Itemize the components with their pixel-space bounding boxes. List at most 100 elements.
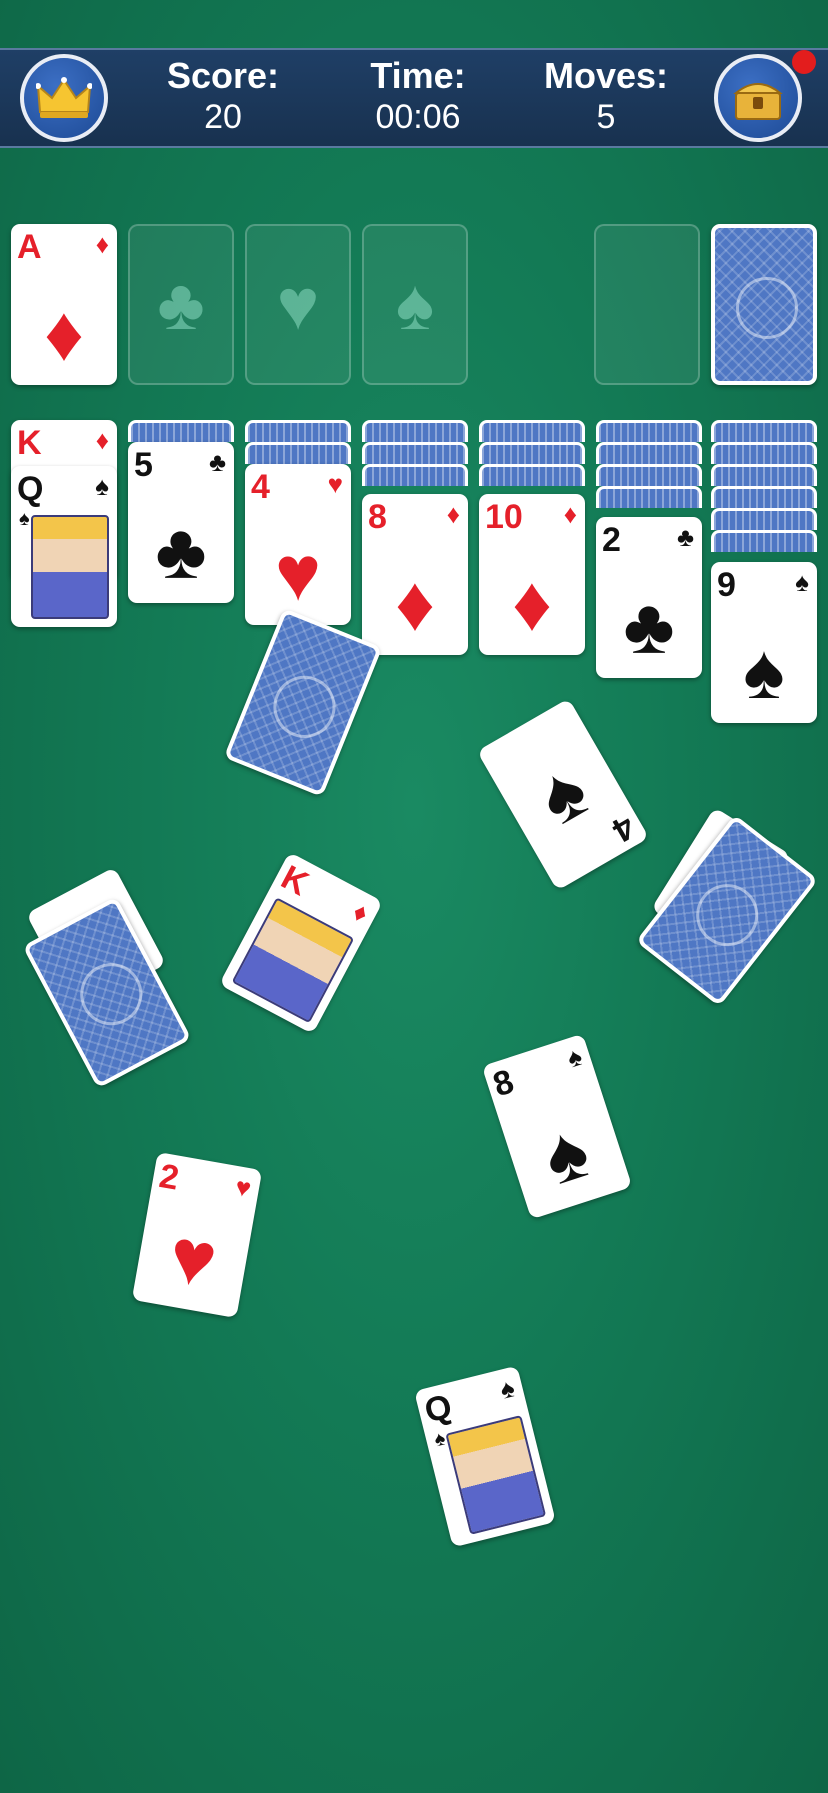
waste-slot[interactable] <box>594 224 700 385</box>
card-suit-small: ♠ <box>19 508 30 530</box>
card-suit-large: ♦ <box>512 559 552 647</box>
flying-card-back <box>223 608 383 797</box>
card-suit: ♥ <box>327 469 343 499</box>
face-down-card <box>245 420 351 442</box>
tableau-4-top[interactable]: 8 ♦ ♦ <box>362 494 468 655</box>
tableau-3-top[interactable]: 4 ♥ ♥ <box>245 464 351 625</box>
face-down-card <box>596 420 702 442</box>
card-rank: Q <box>420 1387 456 1431</box>
face-down-card <box>711 464 817 486</box>
time-value: 00:06 <box>375 98 461 136</box>
card-suit: ♦ <box>95 425 109 455</box>
flying-card-eight-spades: 8 ♠ ♠ <box>481 1033 633 1220</box>
card-suit: ♦ <box>347 896 374 929</box>
card-suit-large: ♣ <box>623 582 675 670</box>
flying-card-king-diamonds: K ♦ <box>218 851 384 1035</box>
face-down-card <box>711 530 817 552</box>
face-down-card <box>245 442 351 464</box>
notification-dot <box>792 50 816 74</box>
queen-portrait <box>31 515 109 619</box>
face-down-card <box>711 508 817 530</box>
moves-label: Moves: <box>543 55 669 96</box>
card-suit: ♦ <box>446 499 460 529</box>
tableau-1-queen[interactable]: Q ♠ ♠ <box>11 466 117 627</box>
spade-icon: ♠ <box>395 264 435 345</box>
card-rank: 4 <box>605 807 642 850</box>
card-rank: Q <box>17 470 44 508</box>
face-down-card <box>362 464 468 486</box>
card-suit-large: ♦ <box>44 289 84 377</box>
face-down-card <box>128 420 234 442</box>
flying-card-back <box>635 814 819 1007</box>
heart-icon: ♥ <box>276 264 320 345</box>
face-down-card <box>596 464 702 486</box>
card-suit-large: ♠ <box>532 1105 600 1202</box>
tableau-2-top[interactable]: 5 ♣ ♣ <box>128 442 234 603</box>
foundation-slot-hearts[interactable]: ♥ <box>245 224 351 385</box>
club-icon: ♣ <box>157 264 205 345</box>
face-down-card <box>711 420 817 442</box>
card-suit-large: ♦ <box>395 559 435 647</box>
card-rank: 10 <box>485 498 523 536</box>
card-back-pattern <box>264 666 346 747</box>
card-suit-large: ♠ <box>522 744 603 842</box>
card-suit: ♠ <box>563 1040 586 1074</box>
face-down-card <box>362 420 468 442</box>
card-suit-large: ♥ <box>274 529 322 617</box>
card-suit-large: ♥ <box>162 1210 224 1306</box>
flying-card-two-hearts: 2 ♥ ♥ <box>131 1151 263 1319</box>
tableau-7-top[interactable]: 9 ♠ ♠ <box>711 562 817 723</box>
foundation-diamonds[interactable]: A ♦ ♦ <box>11 224 117 385</box>
score-value: 20 <box>204 98 242 136</box>
foundation-slot-spades[interactable]: ♠ <box>362 224 468 385</box>
card-suit: ♣ <box>208 447 226 477</box>
stock-pile[interactable] <box>711 224 817 385</box>
tableau-6-top[interactable]: 2 ♣ ♣ <box>596 517 702 678</box>
card-rank: A <box>17 228 42 266</box>
card-rank: K <box>274 858 315 904</box>
card-back-pattern <box>684 871 772 959</box>
top-bar: Score: 20 Time: 00:06 Moves: 5 <box>0 48 828 148</box>
card-suit-large: ♣ <box>155 507 207 595</box>
score-display: Score: 20 <box>143 56 303 138</box>
face-down-card <box>711 442 817 464</box>
face-down-card <box>596 486 702 508</box>
face-down-card <box>479 464 585 486</box>
card-rank: 8 <box>368 498 387 536</box>
time-label: Time: <box>370 55 466 96</box>
card-rank: 8 <box>488 1062 519 1105</box>
treasure-chest-icon <box>733 83 783 120</box>
face-down-card <box>479 442 585 464</box>
card-suit-small: ♠ <box>432 1427 448 1452</box>
face-down-card <box>479 420 585 442</box>
card-back-pattern <box>69 951 153 1036</box>
face-down-card <box>362 442 468 464</box>
card-suit-large: ♠ <box>743 627 785 715</box>
card-rank: 5 <box>134 446 153 484</box>
rewards-button[interactable] <box>714 54 802 142</box>
face-down-card <box>596 442 702 464</box>
face-down-card <box>711 486 817 508</box>
queen-portrait <box>445 1415 547 1535</box>
card-suit: ♠ <box>496 1372 518 1405</box>
crown-button[interactable] <box>20 54 108 142</box>
card-rank: 4 <box>251 468 270 506</box>
card-suit: ♥ <box>233 1171 254 1204</box>
card-rank: 2 <box>156 1156 182 1198</box>
card-suit: ♠ <box>95 471 109 501</box>
moves-display: Moves: 5 <box>526 56 686 138</box>
crown-icon <box>36 77 92 118</box>
foundation-slot-clubs[interactable]: ♣ <box>128 224 234 385</box>
card-rank: K <box>17 424 42 462</box>
moves-value: 5 <box>596 98 616 136</box>
card-back-pattern <box>736 276 798 339</box>
score-label: Score: <box>166 55 280 96</box>
card-suit: ♦ <box>95 229 109 259</box>
card-rank: 2 <box>602 521 621 559</box>
card-suit: ♦ <box>563 499 577 529</box>
flying-card-queen-spades: Q ♠ ♠ <box>414 1365 556 1548</box>
time-display: Time: 00:06 <box>338 56 498 138</box>
card-suit: ♠ <box>795 567 809 597</box>
tableau-5-top[interactable]: 10 ♦ ♦ <box>479 494 585 655</box>
card-suit: ♣ <box>676 522 694 552</box>
